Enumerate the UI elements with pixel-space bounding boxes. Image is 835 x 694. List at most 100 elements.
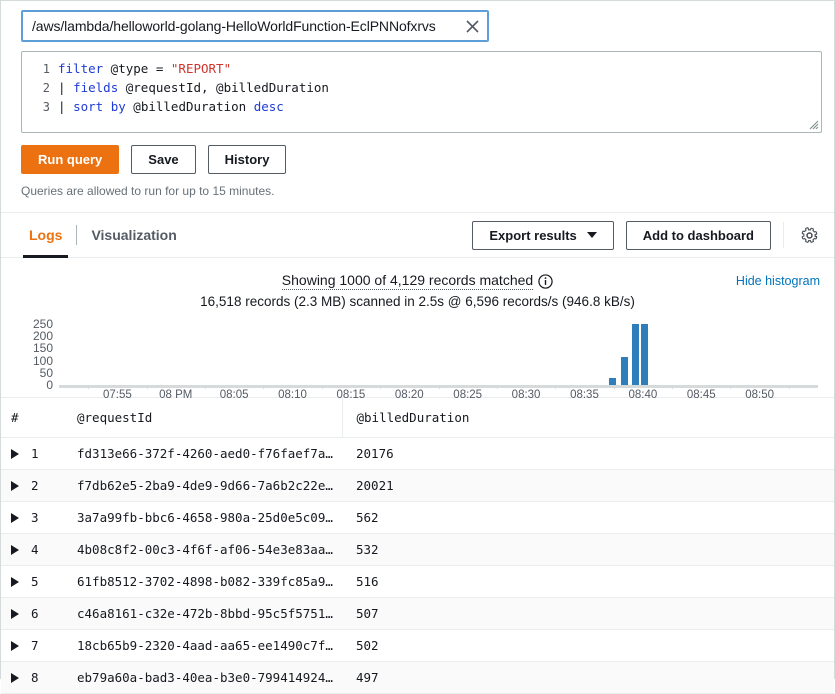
tabbar-actions: Export results Add to dashboard <box>472 213 822 257</box>
x-tick-label: 08 PM <box>159 389 193 401</box>
histogram-plot <box>59 319 818 385</box>
close-icon[interactable] <box>462 16 482 36</box>
gear-icon[interactable] <box>796 222 822 248</box>
records-scanned-text: 16,518 records (2.3 MB) scanned in 2.5s … <box>200 294 635 309</box>
row-index-label: 4 <box>31 542 39 557</box>
row-index-label: 7 <box>31 638 39 653</box>
info-icon[interactable] <box>538 273 553 289</box>
cell-requestid: 4b08c8f2-00c3-4f6f-af06-54e3e83aa… <box>77 533 342 566</box>
cell-billedduration: 562 <box>342 501 834 534</box>
table-row[interactable]: 3 3a7a99fb-bbc6-4658-980a-25d0e5c09… 562 <box>1 501 834 534</box>
tab-list: Logs Visualization <box>1 213 191 258</box>
results-table: # @requestId @billedDuration 1 fd313e66-3… <box>1 398 834 694</box>
cell-billedduration: 502 <box>342 629 834 662</box>
cell-requestid: 3a7a99fb-bbc6-4658-980a-25d0e5c09… <box>77 501 342 534</box>
resize-grip-icon[interactable] <box>806 117 819 130</box>
table-row[interactable]: 4 4b08c8f2-00c3-4f6f-af06-54e3e83aa… 532 <box>1 533 834 566</box>
log-group-input[interactable]: /aws/lambda/helloworld-golang-HelloWorld… <box>21 10 489 42</box>
cell-billedduration: 497 <box>342 661 834 694</box>
expand-row-icon[interactable] <box>11 448 19 459</box>
x-tick-label: 08:25 <box>453 389 483 401</box>
table-row[interactable]: 2 f7db62e5-2ba9-4de9-9d66-7a6b2c22e… 20021 <box>1 469 834 502</box>
query-editor-area: 1 filter @type = "REPORT" 2 | fields @re… <box>1 42 834 133</box>
expand-row-icon[interactable] <box>11 608 19 619</box>
tab-visualization[interactable]: Visualization <box>77 213 190 257</box>
cell-billedduration: 20021 <box>342 469 834 502</box>
x-tick-label: 08:10 <box>278 389 307 401</box>
x-tick-label: 08:05 <box>219 389 249 401</box>
x-axis-tick <box>204 385 206 389</box>
table-row[interactable]: 7 18cb65b9-2320-4aad-aa65-ee1490c7f… 502 <box>1 629 834 662</box>
cell-requestid: fd313e66-372f-4260-aed0-f76faef7a… <box>77 437 342 470</box>
export-results-button[interactable]: Export results <box>472 220 614 250</box>
y-tick-label: 250 <box>32 316 53 331</box>
row-index-cell: 1 <box>1 437 77 470</box>
cell-requestid: 61fb8512-3702-4898-b082-339fc85a9… <box>77 565 342 598</box>
histogram-y-axis: 0 50 100 150 200 250 <box>19 316 53 391</box>
results-tabbar: Logs Visualization Export results Add to… <box>1 213 834 258</box>
chevron-down-icon <box>586 232 597 238</box>
expand-row-icon[interactable] <box>11 512 19 523</box>
histogram-bar <box>641 323 649 385</box>
expand-row-icon[interactable] <box>11 672 19 683</box>
y-tick-label: 100 <box>32 353 53 368</box>
table-body: 1 fd313e66-372f-4260-aed0-f76faef7a… 20176… <box>1 437 834 694</box>
x-tick-label: 08:50 <box>745 389 774 401</box>
row-index-label: 3 <box>31 510 39 525</box>
y-tick-label: 50 <box>39 365 53 380</box>
expand-row-icon[interactable] <box>11 544 19 555</box>
cloudwatch-logs-insights-page: /aws/lambda/helloworld-golang-HelloWorld… <box>0 0 835 694</box>
x-axis-tick <box>496 385 498 389</box>
line-number: 2 <box>42 81 50 95</box>
x-axis-tick <box>263 385 265 389</box>
table-row[interactable]: 8 eb79a60a-bad3-40ea-b3e0-799414924… 497 <box>1 661 834 694</box>
x-tick-label: 08:45 <box>686 389 716 401</box>
x-axis-tick <box>555 385 557 389</box>
row-index-cell: 4 <box>1 533 77 566</box>
table-row[interactable]: 6 c46a8161-c32e-472b-8bbd-95c5f5751… 507 <box>1 597 834 630</box>
query-line: 1 filter @type = "REPORT" <box>22 59 821 78</box>
x-axis-tick <box>438 385 440 389</box>
export-results-label: Export results <box>489 227 577 243</box>
log-group-selector-area: /aws/lambda/helloworld-golang-HelloWorld… <box>1 1 834 42</box>
expand-row-icon[interactable] <box>11 576 19 587</box>
save-button[interactable]: Save <box>131 145 196 174</box>
hide-histogram-link[interactable]: Hide histogram <box>736 274 820 288</box>
row-index-label: 2 <box>31 478 39 493</box>
x-tick-label: 08:40 <box>628 389 658 401</box>
x-axis-tick <box>730 385 732 389</box>
histogram-bar <box>608 377 616 385</box>
table-row[interactable]: 5 61fb8512-3702-4898-b082-339fc85a9… 516 <box>1 565 834 598</box>
query-editor[interactable]: 1 filter @type = "REPORT" 2 | fields @re… <box>21 51 822 133</box>
histogram-bar <box>620 356 628 385</box>
cell-billedduration: 516 <box>342 565 834 598</box>
row-index-cell: 6 <box>1 597 77 630</box>
row-index-cell: 2 <box>1 469 77 502</box>
x-axis-tick <box>613 385 615 389</box>
x-axis-tick <box>321 385 323 389</box>
history-button[interactable]: History <box>207 145 287 174</box>
action-divider <box>783 222 784 248</box>
y-tick-label: 150 <box>32 341 53 356</box>
x-axis-tick <box>672 385 674 389</box>
cell-requestid: eb79a60a-bad3-40ea-b3e0-799414924… <box>77 661 342 694</box>
add-to-dashboard-button[interactable]: Add to dashboard <box>625 220 771 250</box>
cell-billedduration: 20176 <box>342 437 834 470</box>
query-line: 2 | fields @requestId, @billedDuration <box>22 78 821 97</box>
cell-requestid: c46a8161-c32e-472b-8bbd-95c5f5751… <box>77 597 342 630</box>
expand-row-icon[interactable] <box>11 640 19 651</box>
row-index-cell: 5 <box>1 565 77 598</box>
cell-requestid: f7db62e5-2ba9-4de9-9d66-7a6b2c22e… <box>77 469 342 502</box>
query-code: filter @type = "REPORT" <box>58 61 232 76</box>
run-query-button[interactable]: Run query <box>21 145 120 174</box>
table-row[interactable]: 1 fd313e66-372f-4260-aed0-f76faef7a… 20176 <box>1 437 834 470</box>
tab-logs[interactable]: Logs <box>15 213 76 258</box>
results-table-wrap: # @requestId @billedDuration 1 fd313e66-3… <box>1 397 834 694</box>
log-group-value: /aws/lambda/helloworld-golang-HelloWorld… <box>32 18 436 34</box>
row-index-cell: 7 <box>1 629 77 662</box>
cell-billedduration: 507 <box>342 597 834 630</box>
expand-row-icon[interactable] <box>11 480 19 491</box>
x-tick-label: 07:55 <box>102 389 132 401</box>
x-tick-label: 08:15 <box>336 389 366 401</box>
row-index-cell: 8 <box>1 661 77 694</box>
